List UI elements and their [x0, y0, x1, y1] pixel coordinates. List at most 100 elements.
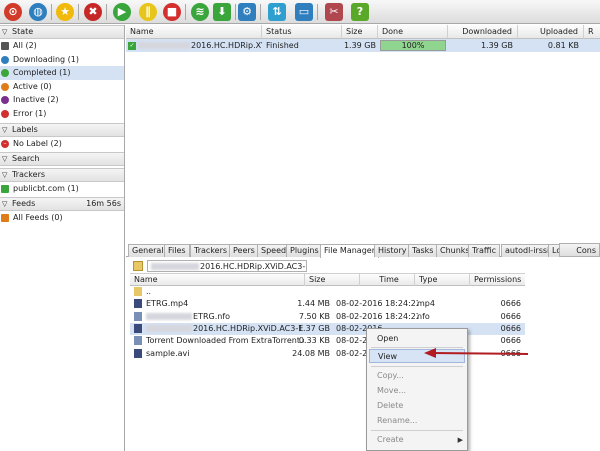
path-text: 2016.HC.HDRip.XViD.AC3-ETRG/	[200, 262, 306, 271]
tools-icon[interactable]: ✂	[325, 3, 343, 21]
rss-icon[interactable]: ≋	[191, 3, 209, 21]
file-permissions: 0666	[500, 299, 521, 309]
file-name-cell: ETRG.mp4	[134, 298, 304, 310]
sidebar-item-label: Active (0)	[13, 81, 52, 91]
menu-item-open[interactable]: Open	[367, 332, 467, 346]
torrent-status: Finished	[266, 41, 299, 50]
column-header-uploaded[interactable]: Uploaded	[518, 25, 584, 39]
table-row[interactable]: ✓ 2016.HC.HDRip.XViD.A Finished 1.39 GB 1…	[126, 39, 600, 52]
active-icon	[1, 82, 9, 91]
menu-item-delete[interactable]: Delete	[367, 399, 467, 413]
file-name: sample.avi	[146, 348, 190, 358]
sidebar-item-all-feeds[interactable]: All Feeds (0)	[0, 211, 124, 225]
video-file-icon	[134, 299, 142, 309]
sidebar-item-state[interactable]: Error (1)	[0, 107, 124, 121]
column-header-downloaded[interactable]: Downloaded	[448, 25, 518, 39]
help-icon[interactable]: ?	[351, 3, 369, 21]
collapse-icon[interactable]: ▽	[2, 124, 7, 136]
completed-icon	[1, 69, 9, 78]
toolbar-separator	[260, 4, 261, 20]
column-header-ratio[interactable]: R	[584, 25, 600, 39]
tab-traffic[interactable]: Traffic	[468, 244, 501, 257]
tab-trackers[interactable]: Trackers	[190, 244, 232, 257]
menu-item-rename[interactable]: Rename...	[367, 414, 467, 428]
column-header-size[interactable]: Size	[342, 25, 378, 39]
column-header-permissions[interactable]: Permissions	[470, 274, 525, 286]
sidebar-item-tracker[interactable]: publicbt.com (1)	[0, 182, 124, 196]
labels-section-header[interactable]: ▽ Labels	[0, 122, 124, 137]
file-row[interactable]: ..	[130, 286, 525, 298]
sidebar-item-label: Downloading (1)	[13, 54, 80, 64]
checkbox-icon[interactable]: ✓	[128, 41, 136, 50]
column-header-name[interactable]: Name	[126, 25, 262, 39]
toolbar-separator	[235, 4, 236, 20]
remove-icon[interactable]: ✖	[84, 3, 102, 21]
menu-item-create[interactable]: Create ▶	[367, 433, 467, 447]
star-icon[interactable]: ★	[56, 3, 74, 21]
window-icon[interactable]: ▭	[295, 3, 313, 21]
trackers-section-header[interactable]: ▽ Trackers	[0, 168, 124, 183]
sidebar-item-state[interactable]: Inactive (2)	[0, 93, 124, 107]
feeds-timer: 16m 56s	[86, 198, 121, 208]
folder-up-icon[interactable]	[133, 261, 143, 271]
redacted-text	[138, 42, 190, 49]
column-header-type[interactable]: Type	[415, 274, 470, 286]
tab-history[interactable]: History	[374, 244, 411, 257]
file-row[interactable]: ETRG.nfo 7.50 KB 08-02-2016 18:24:22 nfo 066…	[130, 311, 525, 323]
state-section-header[interactable]: ▽ State	[0, 25, 124, 39]
tab-general[interactable]: General	[128, 244, 168, 257]
tab-autodl-irssi[interactable]: autodl-irssi	[501, 244, 554, 257]
file-type: nfo	[417, 311, 430, 321]
console-button[interactable]: Cons	[559, 243, 600, 257]
sidebar-item-state[interactable]: Downloading (1)	[0, 53, 124, 67]
menu-item-copy[interactable]: Copy...	[367, 369, 467, 383]
sidebar-item-state[interactable]: All (2)	[0, 39, 124, 53]
column-header-time[interactable]: Time	[360, 274, 415, 286]
tab-tasks[interactable]: Tasks	[408, 244, 438, 257]
column-header-size[interactable]: Size	[305, 274, 360, 286]
file-permissions: 0666	[500, 311, 521, 321]
download-icon[interactable]: ⬇	[213, 3, 231, 21]
menu-item-view[interactable]: View	[369, 349, 465, 363]
torrent-downloaded: 1.39 GB	[480, 41, 513, 50]
toolbar: ⊙ ◍ ★ ✖ ▶ ∥ ■ ≋ ⬇ ⚙ ⇅ ▭ ✂?	[0, 0, 600, 24]
collapse-icon[interactable]: ▽	[2, 198, 7, 210]
sidebar-item-label: Error (1)	[13, 108, 47, 118]
collapse-icon[interactable]: ▽	[2, 26, 7, 38]
column-header-status[interactable]: Status	[262, 25, 342, 39]
feeds-section-header[interactable]: ▽ Feeds 16m 56s	[0, 196, 124, 211]
sidebar-item-label: All (2)	[13, 41, 37, 50]
tab-peers[interactable]: Peers	[229, 244, 259, 257]
tab-file-manager[interactable]: File Manager	[320, 244, 379, 258]
inactive-icon	[1, 96, 9, 105]
column-header-name[interactable]: Name	[130, 274, 305, 286]
file-size: 0.33 KB	[298, 336, 330, 346]
pause-icon[interactable]: ∥	[139, 3, 157, 21]
menu-item-move[interactable]: Move...	[367, 384, 467, 398]
stop-icon[interactable]: ■	[163, 3, 181, 21]
tab-files[interactable]: Files	[164, 244, 190, 257]
column-header-done[interactable]: Done	[378, 25, 448, 39]
state-title: State	[12, 27, 34, 36]
detail-tabs: General Files Trackers Peers Speed Plugins Fil…	[126, 243, 600, 258]
file-size: 24.08 MB	[292, 348, 330, 358]
sidebar-item-no-label[interactable]: – No Label (2)	[0, 137, 124, 151]
file-table-header: Name Size Time Type Permissions	[130, 273, 525, 286]
progress-bar: 100%	[380, 40, 446, 51]
file-row[interactable]: ETRG.mp4 1.44 MB 08-02-2016 18:24:22 mp4 066…	[130, 298, 525, 310]
sidebar-item-label: Inactive (2)	[13, 95, 59, 105]
collapse-icon[interactable]: ▽	[2, 169, 7, 181]
sidebar-item-state[interactable]: Active (0)	[0, 80, 124, 94]
collapse-icon[interactable]: ▽	[2, 153, 7, 165]
start-icon[interactable]: ▶	[113, 3, 131, 21]
sidebar-item-label: All Feeds (0)	[13, 212, 63, 222]
torrent-name: 2016.HC.HDRip.XViD.A	[191, 41, 262, 50]
globe-icon[interactable]: ◍	[29, 3, 47, 21]
search-section-header[interactable]: ▽ Search	[0, 152, 124, 167]
logo-icon[interactable]: ⊙	[4, 3, 22, 21]
settings-icon[interactable]: ⚙	[238, 3, 256, 21]
sidebar-item-state[interactable]: Completed (1)	[0, 66, 124, 80]
speed-icon[interactable]: ⇅	[268, 3, 286, 21]
tab-plugins[interactable]: Plugins	[286, 244, 323, 257]
path-field[interactable]: 2016.HC.HDRip.XViD.AC3-ETRG/	[147, 260, 307, 272]
